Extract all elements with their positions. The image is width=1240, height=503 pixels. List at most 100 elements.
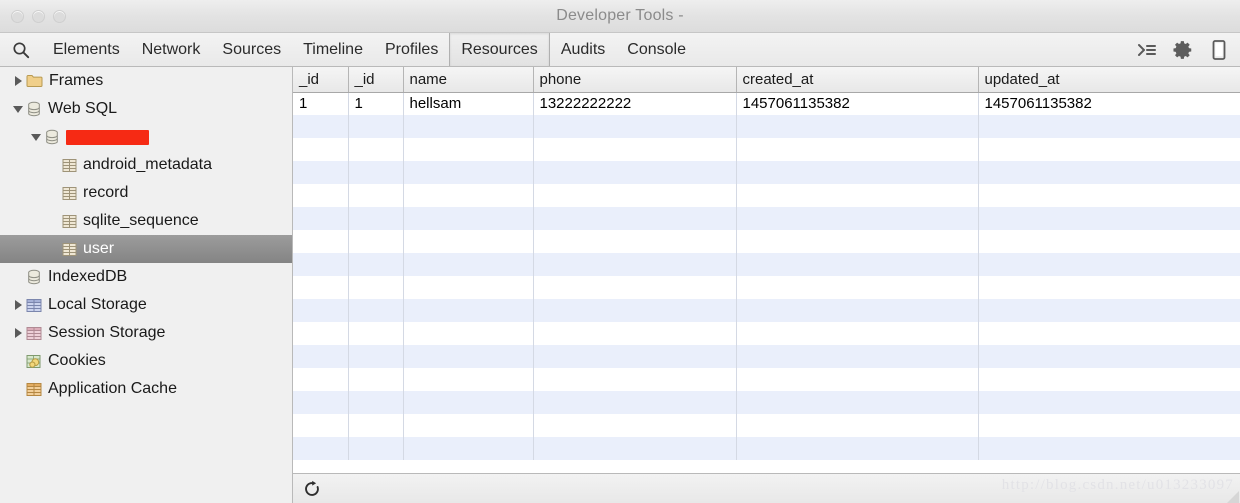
cookies-icon (26, 354, 42, 369)
tab-profiles[interactable]: Profiles (374, 33, 449, 66)
sidebar-item-label: record (83, 184, 129, 201)
datagrid-footer: http://blog.csdn.net/u013233097 (293, 473, 1240, 503)
datagrid-scroll-area[interactable]: _id _id name phone created_at updated_at… (293, 67, 1240, 473)
sidebar-item-web-sql[interactable]: Web SQL (0, 95, 292, 123)
minimize-button[interactable] (32, 9, 45, 23)
table-row[interactable]: 1 1 hellsam 13222222222 1457061135382 14… (293, 92, 1240, 115)
table-icon (62, 214, 77, 229)
sidebar-item-sqlite-sequence[interactable]: sqlite_sequence (0, 207, 292, 235)
sidebar-item-label: user (83, 240, 115, 257)
table-row-empty[interactable] (293, 345, 1240, 368)
devtools-window: Developer Tools - Elements Network Sourc… (0, 0, 1240, 503)
tab-audits[interactable]: Audits (550, 33, 616, 66)
cell-id-2[interactable]: 1 (348, 92, 404, 115)
table-row-empty[interactable] (293, 391, 1240, 414)
column-header-phone[interactable]: phone (533, 67, 737, 93)
resources-sidebar[interactable]: Frames Web SQL android_metadata record s… (0, 67, 293, 503)
title-bar: Developer Tools - (0, 0, 1240, 33)
database-icon (44, 129, 60, 145)
tab-console[interactable]: Console (616, 33, 697, 66)
sidebar-item-label: android_metadata (83, 156, 212, 173)
disclosure-triangle-collapsed-icon[interactable] (10, 76, 26, 86)
datagrid-header-row: _id _id name phone created_at updated_at (293, 67, 1240, 93)
tab-bar: Elements Network Sources Timeline Profil… (0, 33, 1240, 67)
tab-bar-actions (1134, 33, 1240, 66)
disclosure-triangle-collapsed-icon[interactable] (10, 300, 26, 310)
sidebar-item-label: Application Cache (48, 380, 177, 397)
table-icon (62, 186, 77, 201)
zoom-button[interactable] (53, 9, 66, 23)
sidebar-item-label: IndexedDB (48, 268, 128, 285)
table-row-empty[interactable] (293, 115, 1240, 138)
sidebar-item-frames[interactable]: Frames (0, 67, 292, 95)
tab-timeline[interactable]: Timeline (292, 33, 374, 66)
table-row-empty[interactable] (293, 437, 1240, 460)
drawer-toggle-icon[interactable] (1134, 37, 1160, 63)
device-mode-icon[interactable] (1206, 37, 1232, 63)
table-row-empty[interactable] (293, 161, 1240, 184)
table-row-empty[interactable] (293, 253, 1240, 276)
table-icon (62, 158, 77, 173)
sidebar-item-record[interactable]: record (0, 179, 292, 207)
search-icon[interactable] (0, 33, 42, 66)
redaction-bar (66, 129, 149, 145)
watermark-text: http://blog.csdn.net/u013233097 (1001, 477, 1234, 493)
main-body: Frames Web SQL android_metadata record s… (0, 67, 1240, 503)
tab-resources[interactable]: Resources (449, 33, 550, 66)
table-content-panel: _id _id name phone created_at updated_at… (293, 67, 1240, 503)
database-icon (26, 269, 42, 285)
sidebar-item-application-cache[interactable]: Application Cache (0, 375, 292, 403)
datagrid: _id _id name phone created_at updated_at… (293, 67, 1240, 460)
datagrid-body: 1 1 hellsam 13222222222 1457061135382 14… (293, 92, 1240, 460)
cell-id-1[interactable]: 1 (293, 92, 349, 115)
refresh-icon[interactable] (299, 477, 325, 501)
table-row-empty[interactable] (293, 276, 1240, 299)
sidebar-item-label: Cookies (48, 352, 106, 369)
table-row-empty[interactable] (293, 322, 1240, 345)
folder-icon (26, 74, 43, 88)
tab-elements[interactable]: Elements (42, 33, 131, 66)
cell-created-at[interactable]: 1457061135382 (736, 92, 979, 115)
cell-updated-at[interactable]: 1457061135382 (978, 92, 1240, 115)
sidebar-item-indexeddb[interactable]: IndexedDB (0, 263, 292, 291)
sidebar-item-session-storage[interactable]: Session Storage (0, 319, 292, 347)
traffic-lights (11, 9, 66, 23)
cell-name[interactable]: hellsam (403, 92, 534, 115)
window-title: Developer Tools - (556, 7, 684, 24)
session-storage-icon (26, 326, 42, 341)
column-header-id-2[interactable]: _id (348, 67, 404, 93)
sidebar-item-android-metadata[interactable]: android_metadata (0, 151, 292, 179)
table-row-empty[interactable] (293, 207, 1240, 230)
tab-sources[interactable]: Sources (211, 33, 292, 66)
sidebar-item-database-redacted[interactable] (0, 123, 292, 151)
cell-phone[interactable]: 13222222222 (533, 92, 737, 115)
table-row-empty[interactable] (293, 138, 1240, 161)
sidebar-item-label: Session Storage (48, 324, 166, 341)
table-row-empty[interactable] (293, 414, 1240, 437)
close-button[interactable] (11, 9, 24, 23)
sidebar-item-cookies[interactable]: Cookies (0, 347, 292, 375)
table-row-empty[interactable] (293, 184, 1240, 207)
table-row-empty[interactable] (293, 299, 1240, 322)
sidebar-item-label: Web SQL (48, 100, 118, 117)
table-row-empty[interactable] (293, 230, 1240, 253)
column-header-created-at[interactable]: created_at (736, 67, 979, 93)
sidebar-item-user[interactable]: user (0, 235, 292, 263)
datagrid-header: _id _id name phone created_at updated_at (293, 67, 1240, 93)
column-header-name[interactable]: name (403, 67, 534, 93)
table-row-empty[interactable] (293, 368, 1240, 391)
column-header-updated-at[interactable]: updated_at (978, 67, 1240, 93)
disclosure-triangle-expanded-icon[interactable] (28, 133, 44, 141)
sidebar-item-local-storage[interactable]: Local Storage (0, 291, 292, 319)
disclosure-triangle-collapsed-icon[interactable] (10, 328, 26, 338)
database-icon (26, 101, 42, 117)
table-icon (62, 242, 77, 257)
disclosure-triangle-expanded-icon[interactable] (10, 105, 26, 113)
tab-network[interactable]: Network (131, 33, 212, 66)
column-header-id-1[interactable]: _id (293, 67, 349, 93)
panel-tabs: Elements Network Sources Timeline Profil… (42, 33, 697, 66)
sidebar-item-label: Local Storage (48, 296, 147, 313)
sidebar-item-label: sqlite_sequence (83, 212, 199, 229)
gear-icon[interactable] (1170, 37, 1196, 63)
application-cache-icon (26, 382, 42, 397)
